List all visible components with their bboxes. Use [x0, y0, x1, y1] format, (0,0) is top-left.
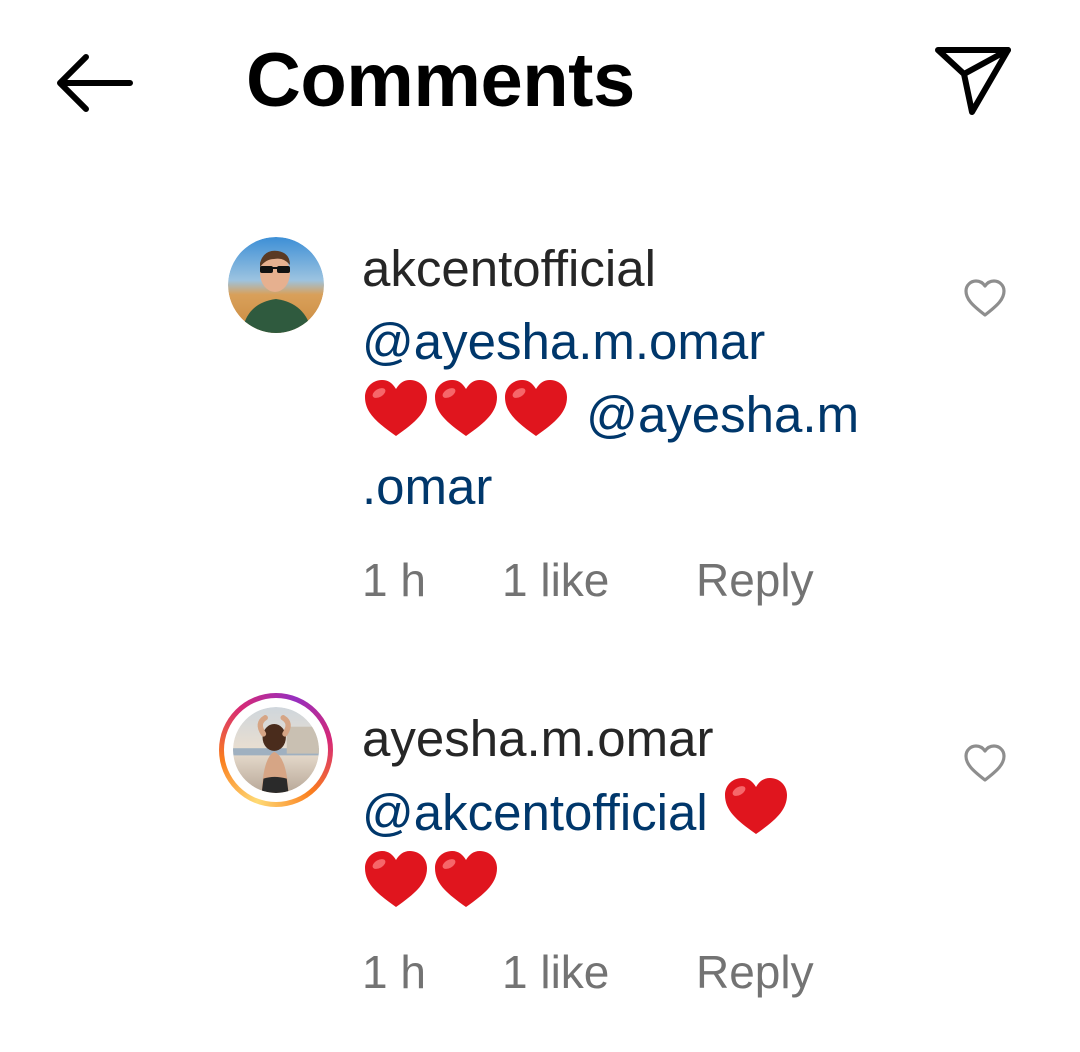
heart-emoji	[435, 851, 497, 907]
comment-text: @akcentofficial	[362, 776, 932, 922]
comment-meta: 1 h 1 like Reply	[362, 944, 814, 1000]
heart-outline-icon[interactable]	[962, 277, 1008, 319]
heart-emoji	[724, 778, 787, 834]
arrow-left-icon	[57, 54, 133, 112]
comment-username[interactable]: ayesha.m.omar	[362, 710, 932, 768]
reply-button[interactable]: Reply	[696, 552, 814, 608]
comment-likes[interactable]: 1 like	[502, 552, 696, 608]
heart-emoji	[365, 851, 427, 907]
share-button[interactable]	[932, 40, 1016, 120]
comment-time: 1 h	[362, 554, 426, 606]
heart-emoji	[435, 380, 497, 436]
heart-outline-icon[interactable]	[962, 742, 1008, 784]
top-bar: Comments	[0, 0, 1080, 170]
heart-emoji	[505, 380, 567, 436]
avatar[interactable]	[228, 237, 324, 333]
comment-username[interactable]: akcentofficial	[362, 240, 932, 298]
heart-emoji-group	[722, 778, 792, 841]
heart-emoji-group	[362, 851, 502, 914]
avatar-container	[219, 693, 333, 807]
comment-likes[interactable]: 1 like	[502, 944, 696, 1000]
mention-link[interactable]: @akcentofficial	[362, 784, 708, 841]
avatar-container	[228, 237, 324, 333]
comment-meta: 1 h 1 like Reply	[362, 552, 814, 608]
heart-emoji	[365, 380, 427, 436]
mention-link-continued[interactable]: .omar	[362, 458, 492, 515]
mention-link[interactable]: @ayesha.m.omar	[362, 313, 765, 370]
reply-button[interactable]: Reply	[696, 944, 814, 1000]
comment-time: 1 h	[362, 946, 426, 998]
page-title: Comments	[246, 38, 635, 123]
comment-text: @ayesha.m.omar @ayesha.m .omar	[362, 306, 932, 523]
mention-link[interactable]: @ayesha.m	[586, 386, 859, 443]
back-button[interactable]	[52, 50, 136, 116]
paper-plane-icon	[935, 47, 1011, 115]
avatar[interactable]	[233, 707, 319, 793]
heart-emoji-group	[362, 380, 572, 443]
